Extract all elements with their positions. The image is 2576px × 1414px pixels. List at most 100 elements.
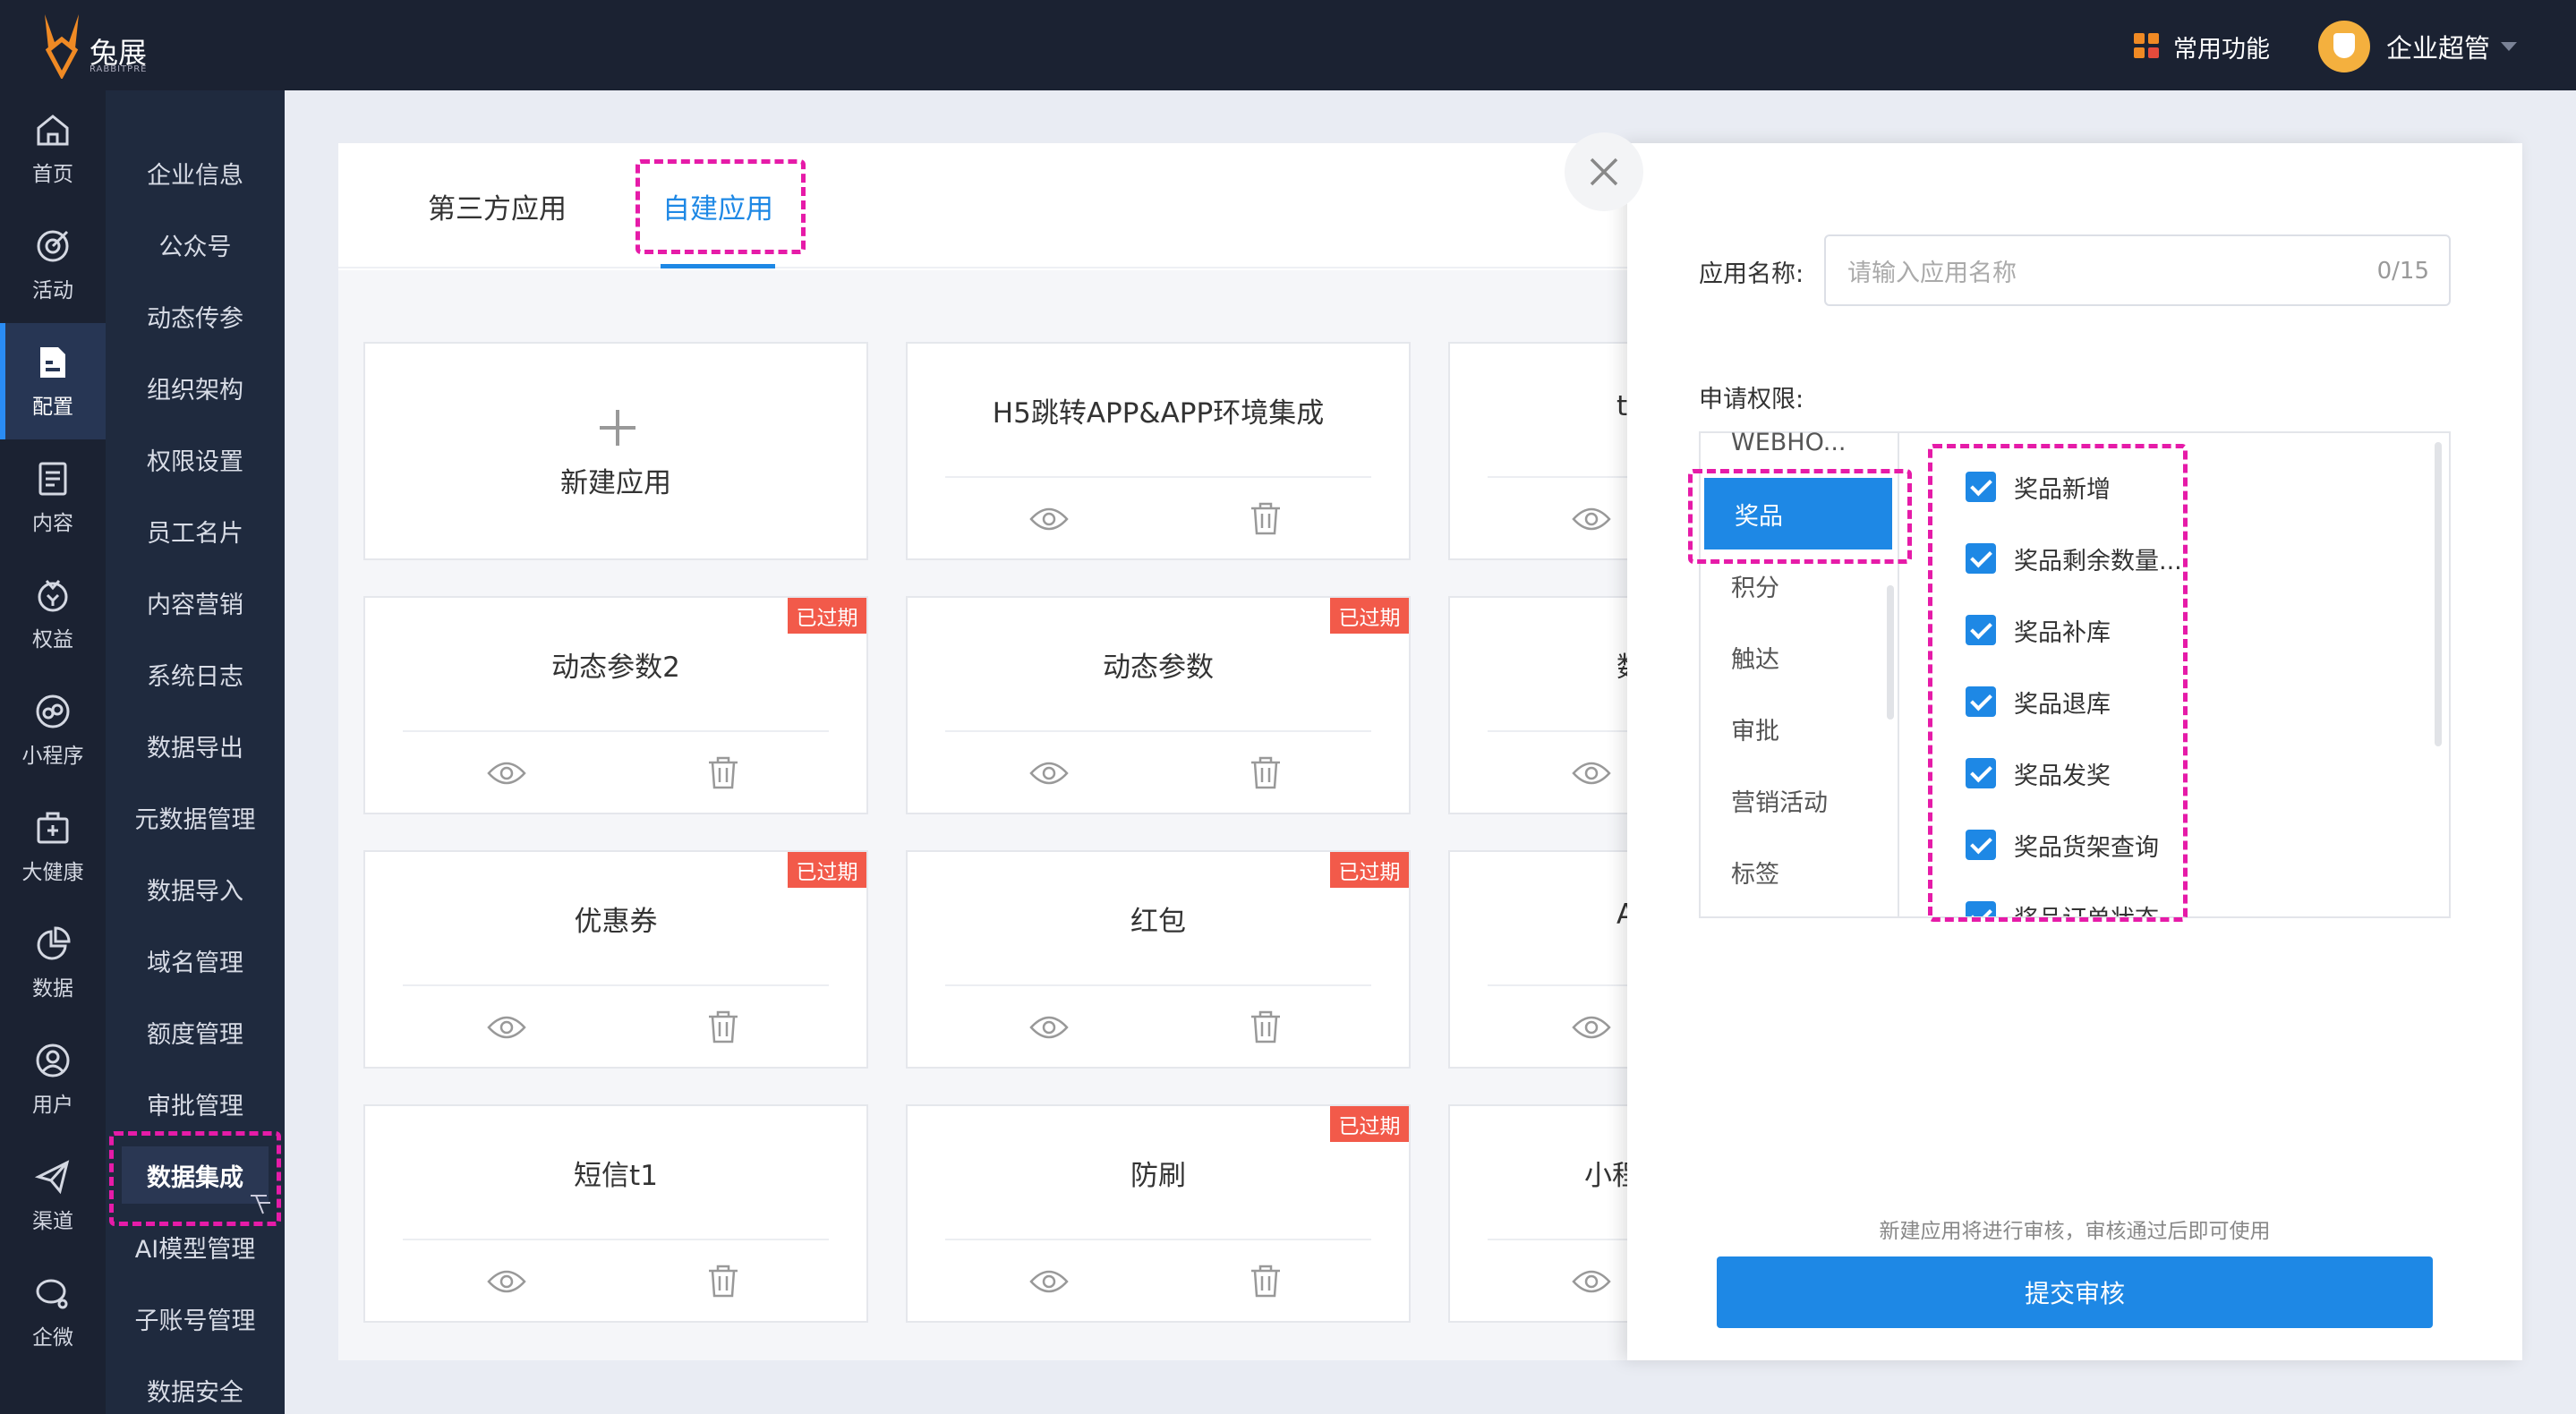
target-icon	[37, 230, 69, 262]
gift-icon	[38, 580, 68, 612]
rail-item-wecom[interactable]: 企微	[0, 1254, 106, 1370]
rail-item-benefits[interactable]: 权益	[0, 556, 106, 672]
tab-third-party-apps[interactable]: 第三方应用	[428, 186, 567, 226]
category-item-points[interactable]: 积分	[1701, 549, 1889, 621]
subnav-item-permissions[interactable]: 权限设置	[106, 430, 285, 488]
subnav-item-quota[interactable]: 额度管理	[106, 1003, 285, 1060]
permission-label: 奖品发奖	[2014, 762, 2111, 790]
eye-icon[interactable]	[1029, 757, 1069, 789]
rail-label: 首页	[32, 163, 73, 186]
eye-icon[interactable]	[487, 1265, 526, 1298]
subnav-item-company-info[interactable]: 企业信息	[106, 144, 285, 201]
permission-checkbox[interactable]: 奖品补库	[1966, 603, 2111, 657]
rail-item-data[interactable]: 数据	[0, 905, 106, 1021]
app-card[interactable]: 已过期 动态参数2	[363, 596, 868, 814]
subnav-item-system-log[interactable]: 系统日志	[106, 645, 285, 703]
user-name: 企业超管	[2386, 33, 2491, 64]
paper-plane-icon	[34, 1160, 70, 1195]
subnav-item-data-export[interactable]: 数据导出	[106, 717, 285, 774]
eye-icon[interactable]	[1572, 503, 1611, 535]
quick-functions-button[interactable]: 常用功能	[2134, 29, 2270, 64]
subnav-item-sub-account[interactable]: 子账号管理	[106, 1290, 285, 1347]
subnav-item-ai-model[interactable]: AI模型管理	[106, 1218, 285, 1275]
eye-icon[interactable]	[1572, 1011, 1611, 1043]
app-card[interactable]: 已过期 防刷	[906, 1104, 1411, 1323]
eye-icon[interactable]	[487, 757, 526, 789]
app-card[interactable]: 短信t1	[363, 1104, 868, 1323]
eye-icon[interactable]	[1572, 757, 1611, 789]
eye-icon[interactable]	[1029, 1011, 1069, 1043]
expired-badge: 已过期	[1330, 852, 1409, 888]
trash-icon[interactable]	[1250, 1009, 1282, 1043]
brand-logo[interactable]: 兔展 RABBITPRE	[39, 13, 156, 79]
category-item-marketing[interactable]: 营销活动	[1701, 764, 1889, 836]
eye-icon[interactable]	[1572, 1265, 1611, 1298]
permission-scrollbar[interactable]	[2435, 442, 2442, 746]
category-item-webhook[interactable]: WEBHO...	[1701, 415, 1889, 469]
rail-label: 大健康	[21, 861, 84, 884]
permission-checkbox[interactable]: 奖品退库	[1966, 675, 2111, 728]
subnav-item-employee-card[interactable]: 员工名片	[106, 502, 285, 559]
rail-item-mini-program[interactable]: 小程序	[0, 672, 106, 788]
eye-icon[interactable]	[487, 1011, 526, 1043]
subnav-item-org-structure[interactable]: 组织架构	[106, 359, 285, 416]
eye-icon[interactable]	[1029, 1265, 1069, 1298]
card-divider	[945, 730, 1371, 732]
rail-item-activity[interactable]: 活动	[0, 207, 106, 323]
category-item-approval[interactable]: 审批	[1701, 693, 1889, 764]
subnav-item-data-security[interactable]: 数据安全	[106, 1361, 285, 1414]
rail-item-config[interactable]: 配置	[0, 323, 106, 439]
rail-item-user[interactable]: 用户	[0, 1021, 106, 1137]
checkbox-checked-icon	[1966, 543, 1996, 574]
eye-icon[interactable]	[1029, 503, 1069, 535]
rail-item-channel[interactable]: 渠道	[0, 1137, 106, 1254]
rail-item-content[interactable]: 内容	[0, 439, 106, 556]
rail-label: 活动	[32, 279, 73, 302]
subnav-item-dynamic-params[interactable]: 动态传参	[106, 287, 285, 345]
expired-badge: 已过期	[1330, 1106, 1409, 1142]
subnav-item-data-import[interactable]: 数据导入	[106, 860, 285, 917]
trash-icon[interactable]	[707, 1264, 739, 1298]
checkbox-checked-icon	[1966, 901, 1996, 916]
user-menu[interactable]: 企业超管	[2318, 20, 2518, 73]
app-card-title: H5跳转APP&APP环境集成	[992, 397, 1325, 430]
permission-checkbox[interactable]: 奖品剩余数量...	[1966, 532, 2182, 585]
app-card[interactable]: H5跳转APP&APP环境集成	[906, 342, 1411, 560]
permission-checkbox[interactable]: 奖品订单状态	[1966, 890, 2159, 916]
category-item-reach[interactable]: 触达	[1701, 621, 1889, 693]
permission-checkbox[interactable]: 奖品新增	[1966, 460, 2111, 514]
category-item-prize[interactable]: 奖品	[1704, 478, 1892, 549]
trash-icon[interactable]	[1250, 755, 1282, 789]
app-card[interactable]: 已过期 动态参数	[906, 596, 1411, 814]
new-app-card[interactable]: 新建应用	[363, 342, 868, 560]
card-divider	[945, 1239, 1371, 1240]
category-item-tag[interactable]: 标签	[1701, 836, 1889, 907]
trash-icon[interactable]	[1250, 1264, 1282, 1298]
category-scrollbar[interactable]	[1887, 585, 1894, 720]
subnav-item-metadata[interactable]: 元数据管理	[106, 788, 285, 846]
rail-label: 配置	[32, 396, 73, 419]
close-drawer-button[interactable]	[1565, 132, 1643, 211]
rail-item-health[interactable]: 大健康	[0, 788, 106, 905]
app-card[interactable]: 已过期 红包	[906, 850, 1411, 1069]
trash-icon[interactable]	[707, 755, 739, 789]
app-card-title: 红包	[1130, 906, 1186, 938]
submit-review-button[interactable]: 提交审核	[1717, 1256, 2433, 1328]
subnav-item-domain[interactable]: 域名管理	[106, 932, 285, 989]
app-name-input[interactable]: 请输入应用名称 0/15	[1824, 234, 2451, 306]
permission-checkbox[interactable]: 奖品发奖	[1966, 746, 2111, 800]
permission-label: 奖品补库	[2014, 618, 2111, 647]
subnav-item-content-marketing[interactable]: 内容营销	[106, 574, 285, 631]
chat-icon	[36, 1279, 68, 1309]
rail-item-home[interactable]: 首页	[0, 90, 106, 207]
subnav-item-approval[interactable]: 审批管理	[106, 1075, 285, 1132]
cursor-icon	[251, 1195, 270, 1214]
trash-icon[interactable]	[1250, 501, 1282, 535]
close-icon	[1590, 158, 1618, 186]
tab-custom-apps[interactable]: 自建应用	[662, 186, 773, 226]
app-card[interactable]: 已过期 优惠券	[363, 850, 868, 1069]
trash-icon[interactable]	[707, 1009, 739, 1043]
subnav-item-official-account[interactable]: 公众号	[106, 216, 285, 273]
permission-checkbox[interactable]: 奖品货架查询	[1966, 818, 2159, 872]
card-divider	[403, 1239, 829, 1240]
